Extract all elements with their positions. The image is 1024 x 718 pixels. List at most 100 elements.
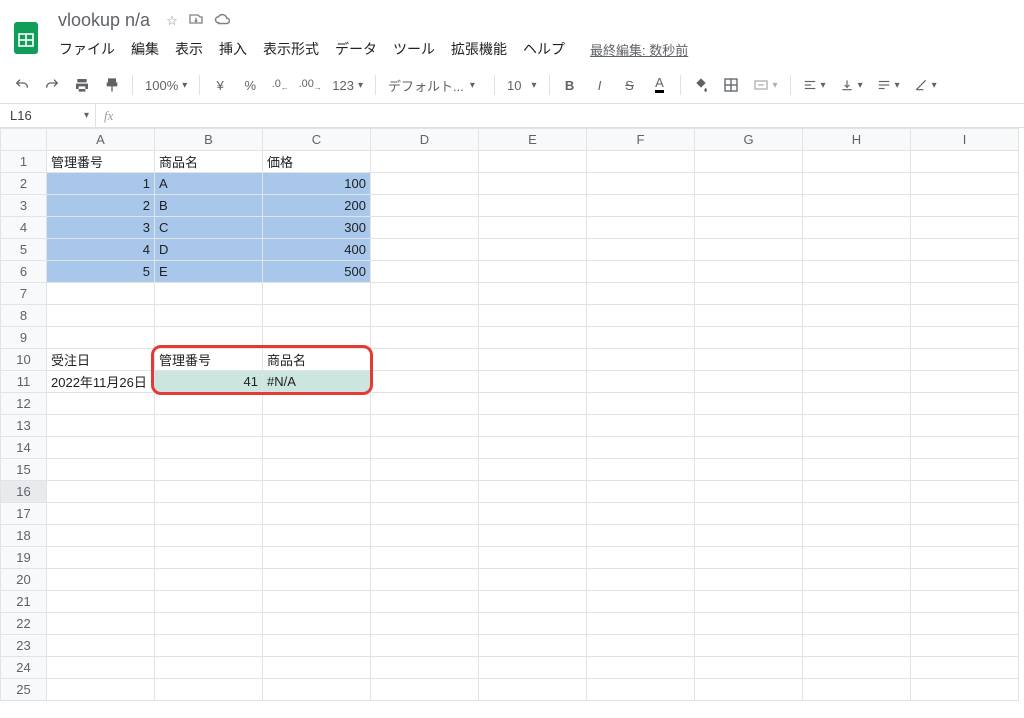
- sheets-logo[interactable]: [8, 20, 44, 56]
- cell[interactable]: [155, 437, 263, 459]
- cell[interactable]: [155, 547, 263, 569]
- row-header[interactable]: 4: [1, 217, 47, 239]
- cell[interactable]: A: [155, 173, 263, 195]
- cell[interactable]: [263, 437, 371, 459]
- cell[interactable]: [911, 437, 1019, 459]
- cell[interactable]: [695, 569, 803, 591]
- cell[interactable]: [587, 195, 695, 217]
- cell[interactable]: [911, 261, 1019, 283]
- row-header[interactable]: 8: [1, 305, 47, 327]
- cell[interactable]: [911, 613, 1019, 635]
- rotate-button[interactable]: ▾: [908, 78, 943, 92]
- cell[interactable]: [47, 393, 155, 415]
- cell[interactable]: [47, 437, 155, 459]
- cell[interactable]: 管理番号: [155, 349, 263, 371]
- row-header[interactable]: 20: [1, 569, 47, 591]
- cell[interactable]: [803, 239, 911, 261]
- cell[interactable]: [371, 173, 479, 195]
- row-header[interactable]: 14: [1, 437, 47, 459]
- cell[interactable]: [911, 415, 1019, 437]
- cell[interactable]: [911, 591, 1019, 613]
- column-header[interactable]: I: [911, 129, 1019, 151]
- cell[interactable]: [695, 635, 803, 657]
- cell[interactable]: [47, 459, 155, 481]
- cell[interactable]: [371, 393, 479, 415]
- cell[interactable]: [155, 569, 263, 591]
- cell[interactable]: [803, 503, 911, 525]
- cell[interactable]: [155, 283, 263, 305]
- cell[interactable]: [803, 613, 911, 635]
- wrap-button[interactable]: ▾: [871, 78, 906, 92]
- cell[interactable]: C: [155, 217, 263, 239]
- row-header[interactable]: 3: [1, 195, 47, 217]
- cell[interactable]: [587, 679, 695, 701]
- cell[interactable]: [695, 437, 803, 459]
- cell[interactable]: [587, 591, 695, 613]
- formula-bar[interactable]: [121, 104, 1024, 127]
- cell[interactable]: [803, 481, 911, 503]
- cell[interactable]: [479, 305, 587, 327]
- cell[interactable]: [47, 525, 155, 547]
- cell[interactable]: [803, 327, 911, 349]
- cell[interactable]: 管理番号: [47, 151, 155, 173]
- cell[interactable]: [587, 547, 695, 569]
- cell[interactable]: [803, 547, 911, 569]
- cell[interactable]: [803, 261, 911, 283]
- cell[interactable]: [155, 481, 263, 503]
- cell[interactable]: [47, 657, 155, 679]
- cell[interactable]: [803, 283, 911, 305]
- cell[interactable]: [263, 679, 371, 701]
- row-header[interactable]: 13: [1, 415, 47, 437]
- cell[interactable]: [371, 415, 479, 437]
- cell[interactable]: [47, 305, 155, 327]
- cell[interactable]: [371, 613, 479, 635]
- cell[interactable]: [263, 657, 371, 679]
- cell[interactable]: [371, 657, 479, 679]
- cell[interactable]: [371, 195, 479, 217]
- cell[interactable]: [371, 305, 479, 327]
- column-header[interactable]: E: [479, 129, 587, 151]
- cell[interactable]: 商品名: [263, 349, 371, 371]
- cell[interactable]: [479, 349, 587, 371]
- cell[interactable]: [695, 415, 803, 437]
- text-color-button[interactable]: A: [646, 71, 674, 99]
- cell[interactable]: [587, 261, 695, 283]
- row-header[interactable]: 24: [1, 657, 47, 679]
- cell[interactable]: [911, 481, 1019, 503]
- cell[interactable]: [803, 437, 911, 459]
- cell[interactable]: [479, 503, 587, 525]
- cell[interactable]: [803, 217, 911, 239]
- cell[interactable]: 受注日: [47, 349, 155, 371]
- cell[interactable]: [695, 657, 803, 679]
- cell[interactable]: [695, 327, 803, 349]
- cell[interactable]: [155, 613, 263, 635]
- cell[interactable]: [479, 613, 587, 635]
- cell[interactable]: [911, 657, 1019, 679]
- paint-format-button[interactable]: [98, 71, 126, 99]
- cell[interactable]: 2: [47, 195, 155, 217]
- italic-button[interactable]: I: [586, 71, 614, 99]
- row-header[interactable]: 19: [1, 547, 47, 569]
- menu-item[interactable]: 表示形式: [256, 35, 326, 63]
- cell[interactable]: 2022年11月26日: [47, 371, 155, 393]
- cell[interactable]: [911, 547, 1019, 569]
- cell[interactable]: [263, 503, 371, 525]
- cell[interactable]: [479, 217, 587, 239]
- menu-item[interactable]: 拡張機能: [444, 35, 514, 63]
- cell[interactable]: [371, 217, 479, 239]
- row-header[interactable]: 6: [1, 261, 47, 283]
- bold-button[interactable]: B: [556, 71, 584, 99]
- cell[interactable]: [155, 525, 263, 547]
- cell[interactable]: [479, 327, 587, 349]
- cell[interactable]: 41: [155, 371, 263, 393]
- cell[interactable]: [479, 635, 587, 657]
- cell[interactable]: [371, 525, 479, 547]
- cloud-status-icon[interactable]: [214, 12, 232, 29]
- cell[interactable]: [695, 173, 803, 195]
- cell[interactable]: [371, 547, 479, 569]
- cell[interactable]: [803, 393, 911, 415]
- cell[interactable]: [911, 349, 1019, 371]
- cell[interactable]: [803, 525, 911, 547]
- select-all-corner[interactable]: [1, 129, 47, 151]
- cell[interactable]: 300: [263, 217, 371, 239]
